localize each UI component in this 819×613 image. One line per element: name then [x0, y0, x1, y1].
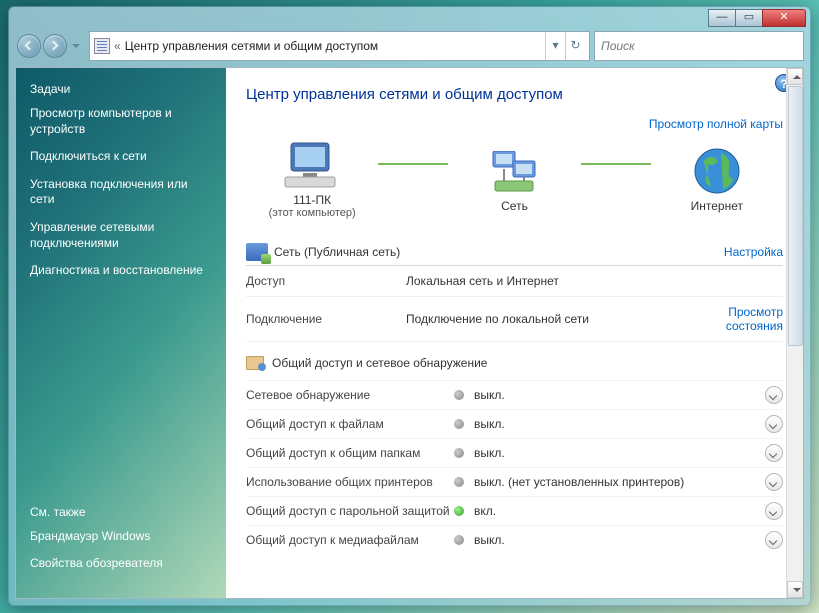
computer-icon: [283, 141, 341, 189]
sharing-row-printer: Использование общих принтеров выкл. (нет…: [246, 467, 783, 496]
nav-history-dropdown[interactable]: [69, 34, 83, 58]
scroll-up-button[interactable]: [787, 68, 803, 85]
sharing-name: Общий доступ к медиафайлам: [246, 533, 454, 547]
tasks-sidebar: Задачи Просмотр компьютеров и устройств …: [16, 68, 226, 598]
row-value: Локальная сеть и Интернет: [406, 274, 693, 288]
network-icon: [246, 243, 268, 261]
status-dot-icon: [454, 390, 464, 400]
sharing-name: Общий доступ с парольной защитой: [246, 504, 454, 518]
sharing-value: выкл. (нет установленных принтеров): [474, 475, 765, 489]
tasks-heading: Задачи: [30, 82, 212, 96]
breadcrumb-title: Центр управления сетями и общим доступом: [125, 39, 379, 53]
address-toolbar: « Центр управления сетями и общим доступ…: [15, 31, 804, 61]
customize-link[interactable]: Настройка: [724, 245, 783, 259]
scroll-down-button[interactable]: [787, 581, 803, 598]
expand-button[interactable]: [765, 502, 783, 520]
status-dot-icon: [454, 448, 464, 458]
sharing-list: Сетевое обнаружение выкл. Общий доступ к…: [246, 380, 783, 554]
nav-buttons: [15, 31, 85, 61]
sharing-value: выкл.: [474, 446, 765, 460]
sharing-name: Общий доступ к файлам: [246, 417, 454, 431]
sharing-row-file: Общий доступ к файлам выкл.: [246, 409, 783, 438]
network-section-title: Сеть (Публичная сеть): [274, 245, 400, 259]
expand-button[interactable]: [765, 415, 783, 433]
main-panel: ? Центр управления сетями и общим доступ…: [226, 68, 803, 598]
status-dot-icon: [454, 419, 464, 429]
sharing-section-title: Общий доступ и сетевое обнаружение: [272, 356, 487, 370]
control-panel-icon: [94, 38, 110, 54]
content-area: Задачи Просмотр компьютеров и устройств …: [15, 67, 804, 599]
network-row-access: Доступ Локальная сеть и Интернет: [246, 266, 783, 297]
status-dot-icon: [454, 535, 464, 545]
map-network-label: Сеть: [448, 199, 580, 213]
maximize-button[interactable]: ▭: [735, 9, 763, 27]
sidebar-item-internet-options[interactable]: Свойства обозревателя: [30, 556, 212, 572]
window-controls: — ▭ ✕: [709, 9, 806, 27]
sidebar-item-diagnose-repair[interactable]: Диагностика и восстановление: [30, 263, 212, 279]
scroll-thumb[interactable]: [788, 86, 803, 346]
network-map: 111-ПК (этот компьютер): [246, 137, 783, 219]
explorer-window: — ▭ ✕ « Центр управления сетями и общим …: [8, 6, 811, 606]
expand-button[interactable]: [765, 386, 783, 404]
sidebar-item-connect-network[interactable]: Подключиться к сети: [30, 149, 212, 165]
sharing-value: выкл.: [474, 417, 765, 431]
expand-button[interactable]: [765, 531, 783, 549]
sharing-value: вкл.: [474, 504, 765, 518]
sharing-name: Использование общих принтеров: [246, 475, 454, 489]
network-hub-icon: [489, 151, 539, 195]
window-frame: — ▭ ✕ « Центр управления сетями и общим …: [9, 7, 810, 605]
map-pc-label: 111-ПК: [246, 193, 378, 207]
view-full-map-row: Просмотр полной карты: [246, 117, 783, 131]
sidebar-item-setup-connection[interactable]: Установка подключения или сети: [30, 177, 212, 208]
view-full-map-link[interactable]: Просмотр полной карты: [649, 117, 783, 131]
back-button[interactable]: [17, 34, 41, 58]
map-node-pc: 111-ПК (этот компьютер): [246, 137, 378, 219]
minimize-button[interactable]: —: [708, 9, 736, 27]
globe-icon: [693, 147, 741, 195]
sharing-value: выкл.: [474, 388, 765, 402]
expand-button[interactable]: [765, 473, 783, 491]
refresh-button[interactable]: ↻: [565, 32, 585, 60]
search-box[interactable]: [594, 31, 804, 61]
search-input[interactable]: [601, 39, 797, 53]
sidebar-item-view-computers[interactable]: Просмотр компьютеров и устройств: [30, 106, 212, 137]
row-key: Доступ: [246, 274, 406, 288]
close-button[interactable]: ✕: [762, 9, 806, 27]
view-status-link[interactable]: Просмотр состояния: [693, 305, 783, 333]
map-connector-2: [581, 163, 651, 165]
map-node-internet: Интернет: [651, 143, 783, 213]
sharing-name: Сетевое обнаружение: [246, 388, 454, 402]
row-key: Подключение: [246, 312, 406, 326]
sharing-icon: [246, 356, 264, 370]
status-dot-icon: [454, 477, 464, 487]
row-value: Подключение по локальной сети: [406, 312, 693, 326]
sharing-value: выкл.: [474, 533, 765, 547]
sharing-row-discovery: Сетевое обнаружение выкл.: [246, 380, 783, 409]
network-section-header: Сеть (Публичная сеть) Настройка: [246, 237, 783, 266]
titlebar: — ▭ ✕: [15, 13, 804, 31]
sharing-row-media: Общий доступ к медиафайлам выкл.: [246, 525, 783, 554]
sharing-name: Общий доступ к общим папкам: [246, 446, 454, 460]
sidebar-item-manage-connections[interactable]: Управление сетевыми подключениями: [30, 220, 212, 251]
address-dropdown-icon[interactable]: ▾: [545, 32, 565, 60]
sharing-row-password: Общий доступ с парольной защитой вкл.: [246, 496, 783, 525]
sharing-section-header: Общий доступ и сетевое обнаружение: [246, 342, 783, 380]
vertical-scrollbar[interactable]: [786, 68, 803, 598]
forward-button[interactable]: [43, 34, 67, 58]
status-dot-icon: [454, 506, 464, 516]
expand-button[interactable]: [765, 444, 783, 462]
sharing-row-public: Общий доступ к общим папкам выкл.: [246, 438, 783, 467]
page-title: Центр управления сетями и общим доступом: [246, 86, 783, 103]
map-internet-label: Интернет: [651, 199, 783, 213]
map-node-network: Сеть: [448, 143, 580, 213]
map-connector-1: [378, 163, 448, 165]
see-also-heading: См. также: [30, 505, 212, 519]
map-pc-sublabel: (этот компьютер): [246, 207, 378, 219]
sidebar-item-firewall[interactable]: Брандмауэр Windows: [30, 529, 212, 545]
breadcrumb-prefix: «: [114, 39, 121, 53]
network-row-connection: Подключение Подключение по локальной сет…: [246, 297, 783, 342]
address-bar[interactable]: « Центр управления сетями и общим доступ…: [89, 31, 590, 61]
